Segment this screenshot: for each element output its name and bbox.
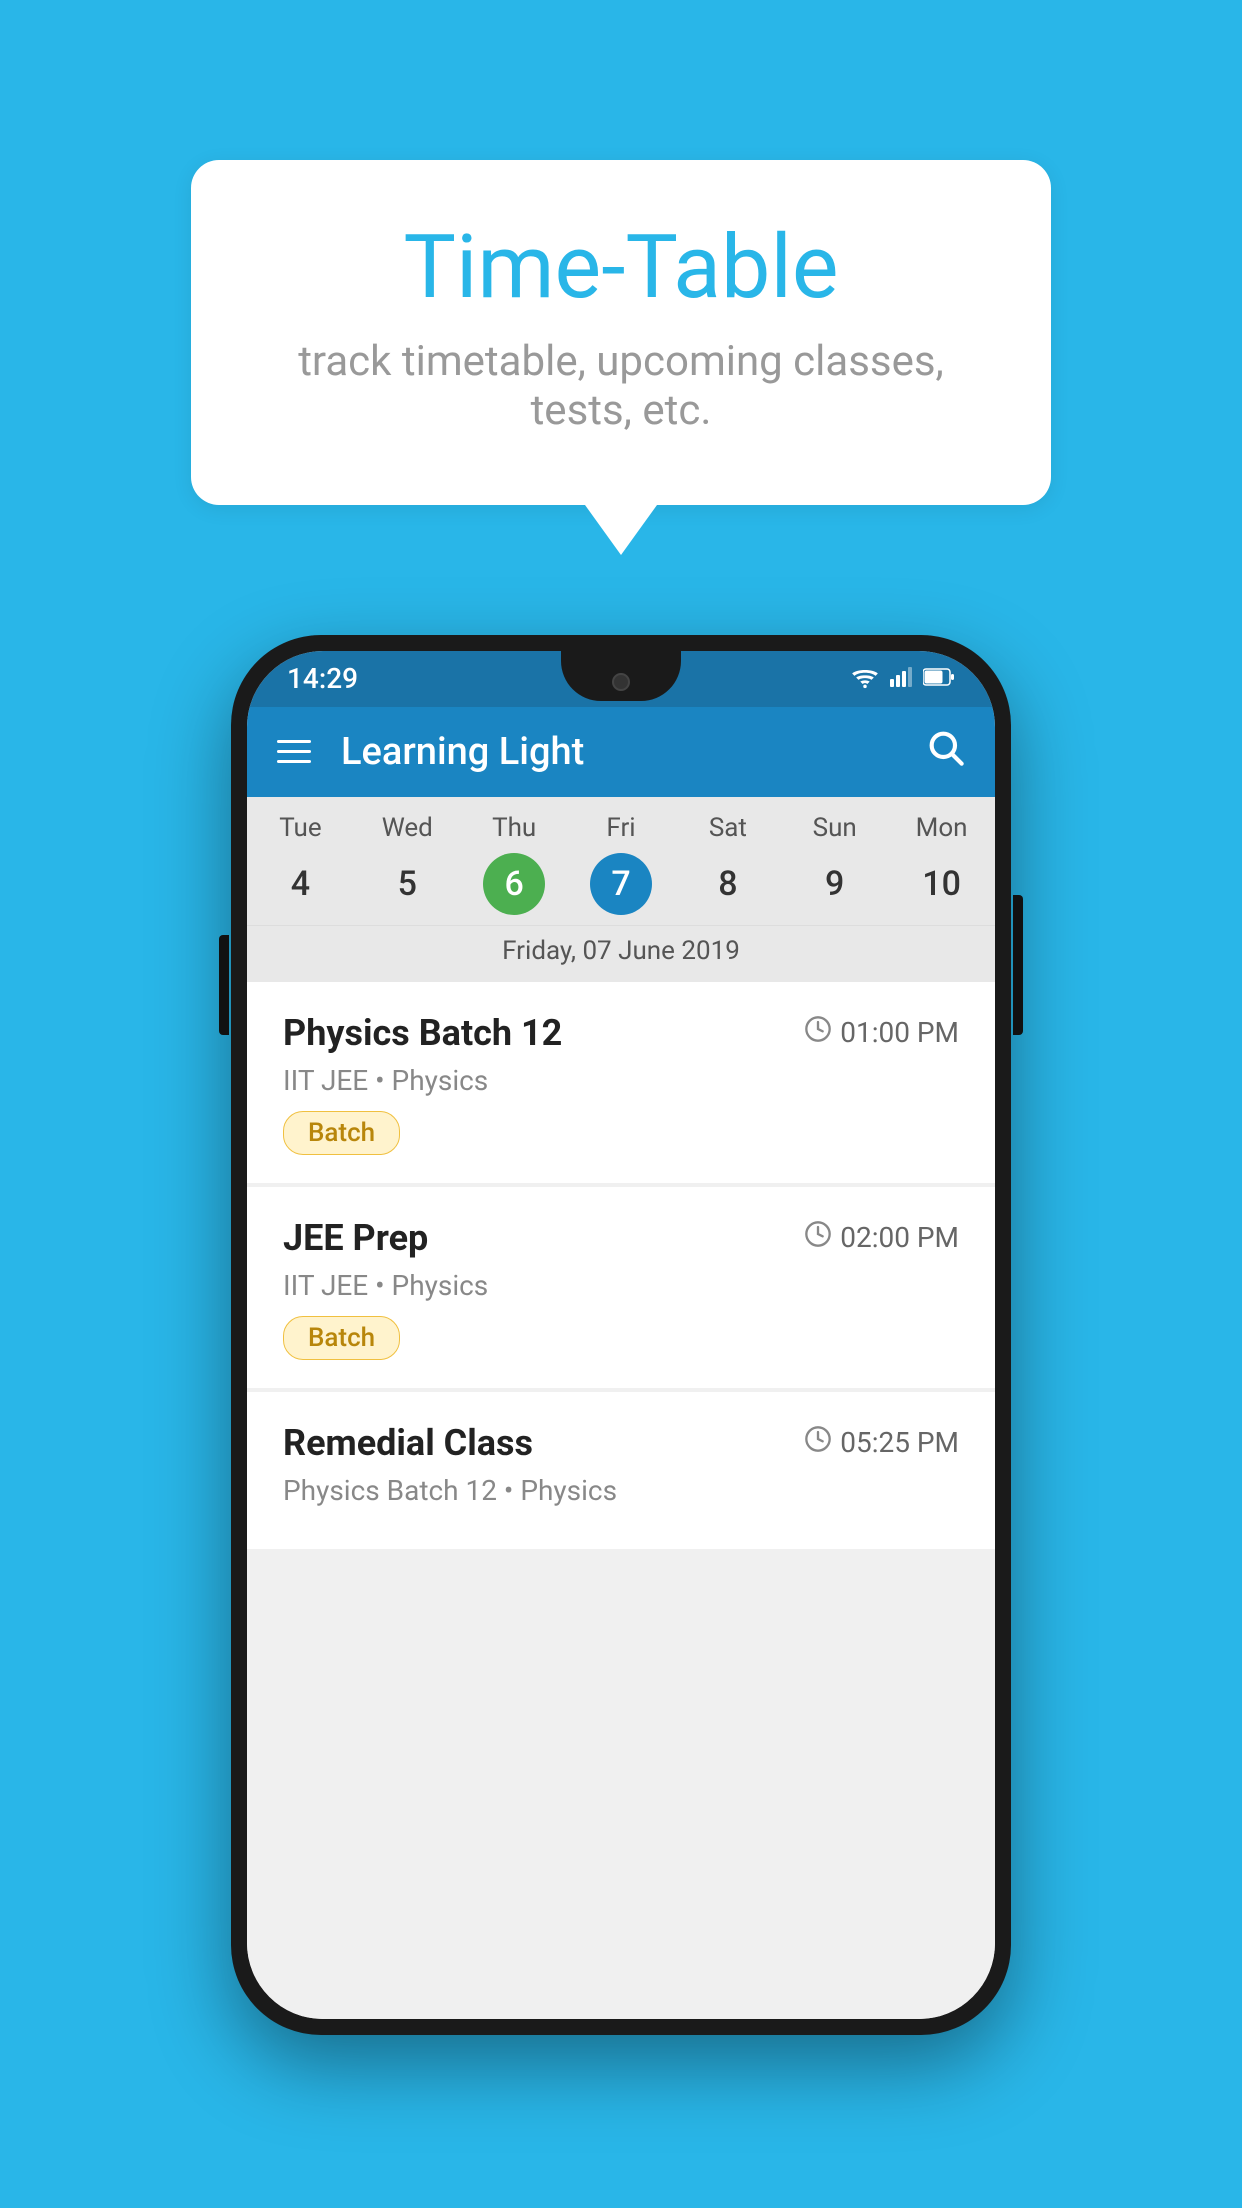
status-icons — [851, 665, 955, 693]
notch-camera — [612, 673, 630, 691]
schedule-sub: IIT JEE • Physics — [283, 1269, 959, 1302]
schedule-time: 02:00 PM — [804, 1220, 959, 1255]
phone-notch — [561, 651, 681, 701]
wifi-icon — [851, 665, 879, 693]
day-name: Sun — [813, 813, 857, 843]
day-name: Sat — [709, 813, 747, 843]
phone-screen: 14:29 — [247, 651, 995, 2019]
speech-bubble-container: Time-Table track timetable, upcoming cla… — [191, 160, 1051, 555]
clock-icon — [804, 1015, 832, 1050]
day-col-thu[interactable]: Thu 6 — [461, 813, 568, 925]
schedule-list: Physics Batch 12 01:00 PM IIT JEE • Phys… — [247, 982, 995, 2019]
day-col-fri[interactable]: Fri 7 — [568, 813, 675, 925]
schedule-time: 05:25 PM — [804, 1425, 959, 1460]
search-icon[interactable] — [925, 727, 965, 777]
day-number[interactable]: 5 — [376, 853, 438, 915]
bubble-subtitle: track timetable, upcoming classes, tests… — [271, 337, 971, 435]
day-number[interactable]: 6 — [483, 853, 545, 915]
app-bar: Learning Light — [247, 707, 995, 797]
day-col-mon[interactable]: Mon 10 — [888, 813, 995, 925]
battery-icon — [923, 667, 955, 691]
schedule-item[interactable]: Remedial Class 05:25 PM Physics Batch 12… — [247, 1392, 995, 1549]
schedule-top-row: JEE Prep 02:00 PM — [283, 1217, 959, 1259]
bubble-pointer — [585, 505, 657, 555]
signal-icon — [889, 665, 913, 693]
day-name: Fri — [606, 813, 635, 843]
day-col-sat[interactable]: Sat 8 — [674, 813, 781, 925]
clock-icon — [804, 1425, 832, 1460]
day-number[interactable]: 4 — [269, 853, 331, 915]
hamburger-menu-icon[interactable] — [277, 740, 311, 763]
day-name: Tue — [279, 813, 321, 843]
day-name: Wed — [382, 813, 433, 843]
schedule-name: JEE Prep — [283, 1217, 428, 1259]
day-col-wed[interactable]: Wed 5 — [354, 813, 461, 925]
batch-badge: Batch — [283, 1111, 400, 1155]
days-row: Tue 4 Wed 5 Thu 6 Fri 7 Sat 8 Sun 9 Mon 10 — [247, 797, 995, 925]
day-number[interactable]: 10 — [911, 853, 973, 915]
selected-date-label: Friday, 07 June 2019 — [247, 925, 995, 982]
app-title: Learning Light — [341, 730, 925, 774]
schedule-sub: IIT JEE • Physics — [283, 1064, 959, 1097]
day-name: Thu — [492, 813, 536, 843]
phone-outer: 14:29 — [231, 635, 1011, 2035]
schedule-top-row: Physics Batch 12 01:00 PM — [283, 1012, 959, 1054]
speech-bubble: Time-Table track timetable, upcoming cla… — [191, 160, 1051, 505]
day-number[interactable]: 9 — [804, 853, 866, 915]
schedule-sub: Physics Batch 12 • Physics — [283, 1474, 959, 1507]
schedule-name: Remedial Class — [283, 1422, 533, 1464]
bubble-title: Time-Table — [271, 220, 971, 317]
day-number[interactable]: 7 — [590, 853, 652, 915]
schedule-name: Physics Batch 12 — [283, 1012, 562, 1054]
schedule-time: 01:00 PM — [804, 1015, 959, 1050]
day-col-sun[interactable]: Sun 9 — [781, 813, 888, 925]
status-time: 14:29 — [287, 662, 358, 695]
schedule-top-row: Remedial Class 05:25 PM — [283, 1422, 959, 1464]
schedule-item[interactable]: JEE Prep 02:00 PM IIT JEE • Physics Batc… — [247, 1187, 995, 1388]
calendar-header: Tue 4 Wed 5 Thu 6 Fri 7 Sat 8 Sun 9 Mon 10 Friday, 07… — [247, 797, 995, 982]
day-col-tue[interactable]: Tue 4 — [247, 813, 354, 925]
phone-mockup: 14:29 — [231, 635, 1011, 2035]
schedule-item[interactable]: Physics Batch 12 01:00 PM IIT JEE • Phys… — [247, 982, 995, 1183]
day-name: Mon — [916, 813, 968, 843]
clock-icon — [804, 1220, 832, 1255]
batch-badge: Batch — [283, 1316, 400, 1360]
day-number[interactable]: 8 — [697, 853, 759, 915]
